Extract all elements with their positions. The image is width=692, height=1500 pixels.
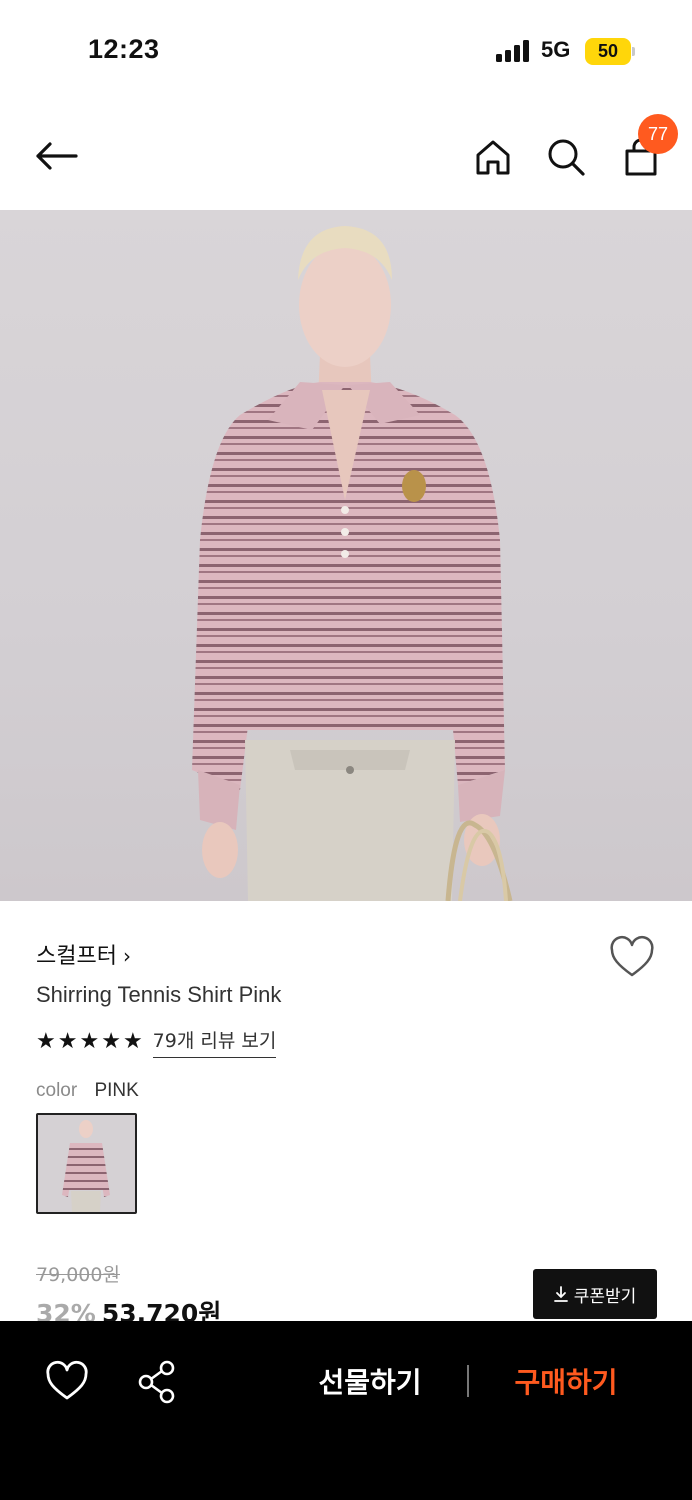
star-icon: ★ [79,1029,100,1054]
status-time: 12:23 [88,34,160,64]
star-icon: ★ [57,1029,78,1054]
download-icon [553,1286,568,1302]
review-link[interactable]: 79개 리뷰 보기 [152,1026,277,1058]
product-title: Shirring Tennis Shirt Pink [36,982,282,1007]
battery-level: 50 [597,41,619,61]
signal-strength-icon [496,40,532,62]
color-value: PINK [94,1080,139,1101]
color-row: color PINK [36,1080,139,1102]
gift-button[interactable]: 선물하기 [300,1361,440,1401]
chevron-right-icon: › [122,944,131,968]
status-bar: 12:23 5G 50 [0,0,692,100]
heart-icon[interactable] [44,1359,90,1405]
heart-icon[interactable] [608,934,656,982]
cart-count-badge: 77 [638,114,678,154]
star-icon: ★ [101,1029,121,1054]
brand-link[interactable]: 스컬프터 › [36,938,131,970]
divider [467,1365,469,1397]
price-row: 32% 53,720원 [36,1294,221,1321]
coupon-label: 쿠폰받기 [573,1286,637,1307]
rating-row: ★ ★ ★ ★ ★ 79개 리뷰 보기 [36,1026,277,1058]
product-image[interactable] [0,210,692,901]
star-icon: ★ [36,1029,56,1054]
search-icon[interactable] [542,133,590,181]
discount-rate: 32% [36,1299,96,1321]
buy-button[interactable]: 구매하기 [494,1361,638,1401]
star-rating: ★ ★ ★ ★ ★ [36,1031,143,1053]
network-label: 5G [541,37,571,62]
sale-price: 53,720원 [101,1299,222,1321]
battery-icon: 50 [585,38,631,65]
back-arrow-icon[interactable] [32,132,80,180]
home-icon[interactable] [469,133,517,181]
coupon-button[interactable]: 쿠폰받기 [533,1269,657,1319]
battery-cap [632,47,635,56]
color-label: color [36,1080,78,1101]
model-photo [192,226,513,901]
color-swatch-pink[interactable] [36,1113,137,1214]
original-price: 79,000원 [36,1264,120,1286]
top-nav-bar [0,100,692,210]
brand-name: 스컬프터 [36,944,117,969]
share-icon[interactable] [134,1359,180,1405]
bottom-action-bar: 선물하기 구매하기 [0,1321,692,1500]
star-icon: ★ [122,1029,143,1054]
